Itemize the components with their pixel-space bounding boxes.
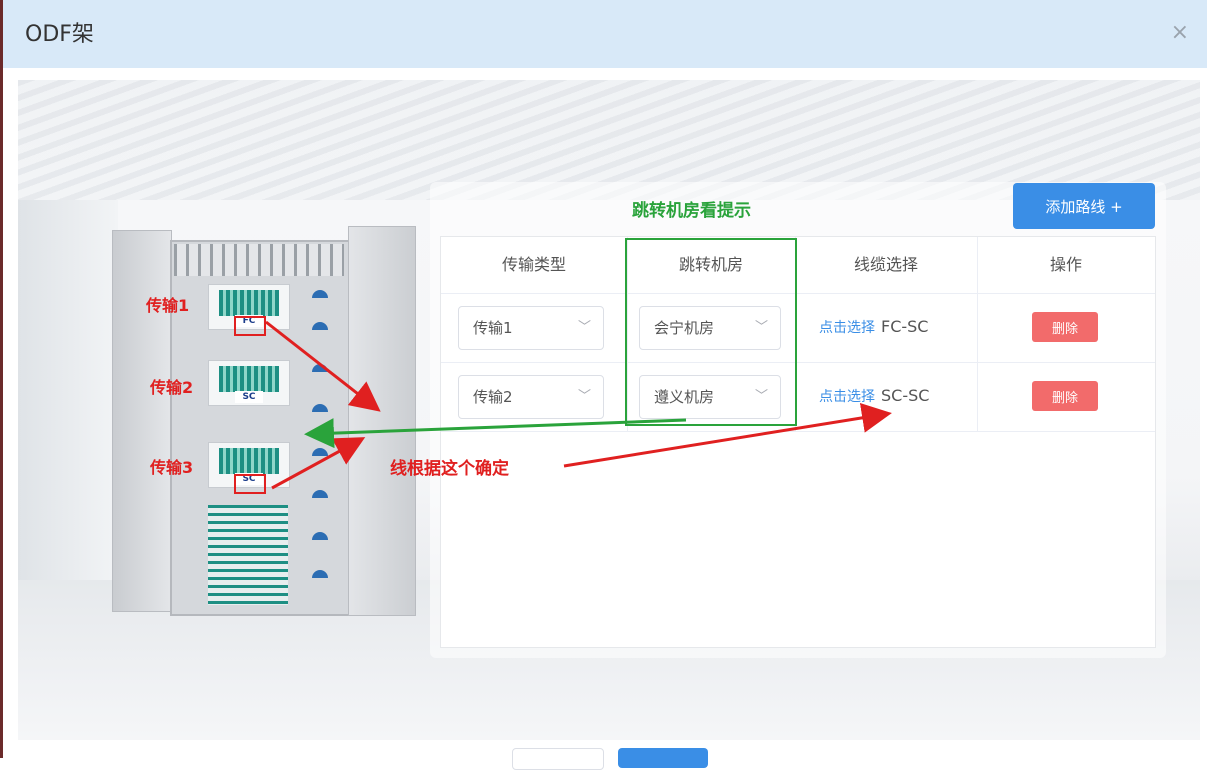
arrow-fc bbox=[265, 320, 381, 412]
arrow-sc bbox=[271, 437, 366, 490]
confirm-button[interactable] bbox=[618, 748, 708, 768]
annotation-arrows bbox=[265, 320, 892, 490]
arrow-green bbox=[304, 418, 687, 449]
cancel-button[interactable] bbox=[512, 748, 604, 770]
